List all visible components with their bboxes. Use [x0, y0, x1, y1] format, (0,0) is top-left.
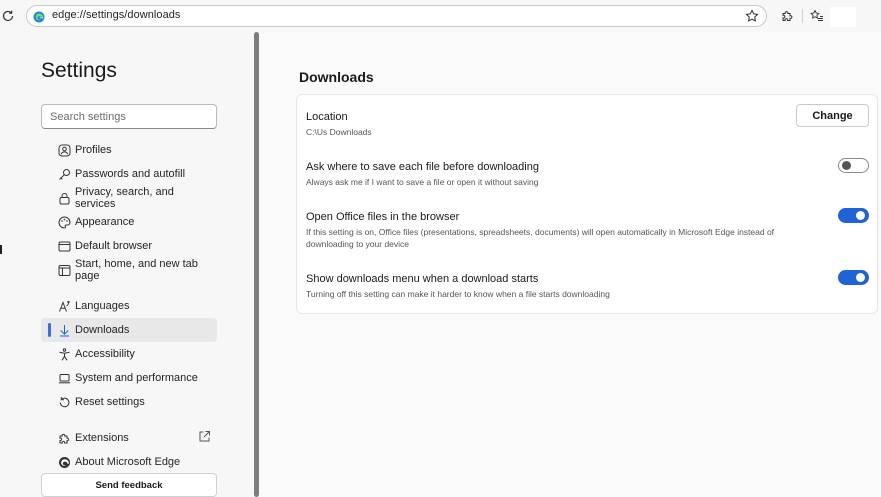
ask-where-to-save-toggle[interactable] [838, 158, 869, 173]
toggle-knob [856, 211, 865, 220]
sidebar-item-profiles[interactable]: Profiles [41, 138, 217, 162]
page-title: Downloads [299, 69, 374, 85]
sidebar-item-languages[interactable]: Languages [41, 294, 217, 318]
profile-button[interactable] [830, 7, 856, 27]
sidebar-item-label: Reset settings [75, 396, 145, 408]
sidebar-item-label: Appearance [75, 216, 135, 228]
edge-logo-icon [33, 10, 45, 23]
languages-icon [57, 299, 71, 313]
sidebar-item-downloads[interactable]: Downloads [41, 318, 217, 342]
laptop-icon [57, 371, 71, 385]
sidebar-item-accessibility[interactable]: Accessibility [41, 342, 217, 366]
sidebar-item-label: System and performance [75, 372, 198, 384]
setting-title: Open Office files in the browser [306, 211, 460, 223]
extensions-puzzle-icon[interactable] [778, 7, 796, 25]
search-input[interactable] [41, 104, 217, 129]
window-edge-mark [0, 245, 2, 254]
home-page-icon [57, 263, 71, 277]
key-icon [57, 167, 71, 181]
sidebar-item-privacy[interactable]: Privacy, search, and services [41, 186, 217, 210]
toggle-knob [856, 273, 865, 282]
sidebar-item-label: About Microsoft Edge [75, 456, 181, 468]
location-title: Location [306, 111, 348, 123]
sidebar-item-label: Default browser [75, 240, 153, 252]
address-bar[interactable]: edge://settings/downloads [26, 5, 767, 27]
settings-title: Settings [41, 59, 117, 82]
setting-description: If this setting is on, Office files (pre… [306, 227, 775, 249]
sidebar-item-extensions[interactable]: Extensions [41, 426, 217, 450]
show-downloads-menu-toggle[interactable] [838, 270, 869, 285]
puzzle-icon [57, 431, 71, 445]
toolbar-divider [802, 9, 803, 23]
setting-title: Ask where to save each file before downl… [306, 161, 539, 173]
external-link-icon[interactable] [198, 430, 211, 443]
accessibility-icon [57, 347, 71, 361]
refresh-icon[interactable] [0, 7, 16, 25]
sidebar-item-label: Privacy, search, and services [75, 186, 174, 210]
sidebar-item-start-home[interactable]: Start, home, and new tab page [41, 258, 217, 282]
favorite-star-icon[interactable] [744, 8, 760, 24]
send-feedback-button[interactable]: Send feedback [41, 473, 217, 497]
open-office-files-toggle[interactable] [838, 208, 869, 223]
toggle-knob [842, 161, 851, 170]
sidebar-item-label: Extensions [75, 432, 129, 444]
palette-icon [57, 215, 71, 229]
setting-description: Turning off this setting can make it har… [306, 289, 610, 299]
browser-icon [57, 239, 71, 253]
change-location-button[interactable]: Change [796, 104, 869, 127]
sidebar-item-label: Start, home, and new tab page [75, 258, 198, 282]
sidebar-item-label: Accessibility [75, 348, 135, 360]
reset-icon [57, 395, 71, 409]
downloads-settings-card: Location C:\Us Downloads Change Ask wher… [296, 94, 878, 314]
sidebar-item-label: Profiles [75, 144, 112, 156]
sidebar-item-passwords[interactable]: Passwords and autofill [41, 162, 217, 186]
setting-title: Show downloads menu when a download star… [306, 273, 539, 285]
sidebar-item-reset[interactable]: Reset settings [41, 390, 217, 414]
lock-icon [57, 191, 71, 205]
settings-content: Downloads Location C:\Us Downloads Chang… [259, 32, 881, 497]
address-url: edge://settings/downloads [52, 9, 181, 21]
edge-logo-icon [57, 455, 71, 469]
sidebar-item-about[interactable]: About Microsoft Edge [41, 450, 217, 474]
settings-sidebar: Settings Profiles Passwords and autofill… [4, 32, 254, 497]
browser-toolbar: edge://settings/downloads [0, 0, 881, 32]
favorites-list-icon[interactable] [808, 7, 826, 25]
download-icon [57, 323, 71, 337]
profile-icon [57, 143, 71, 157]
sidebar-item-system[interactable]: System and performance [41, 366, 217, 390]
sidebar-item-label: Languages [75, 300, 130, 312]
location-path: C:\Us Downloads [306, 127, 372, 137]
sidebar-item-default-browser[interactable]: Default browser [41, 234, 217, 258]
setting-description: Always ask me if I want to save a file o… [306, 177, 539, 187]
sidebar-item-label: Downloads [75, 324, 130, 336]
sidebar-item-appearance[interactable]: Appearance [41, 210, 217, 234]
sidebar-item-label: Passwords and autofill [75, 168, 186, 180]
